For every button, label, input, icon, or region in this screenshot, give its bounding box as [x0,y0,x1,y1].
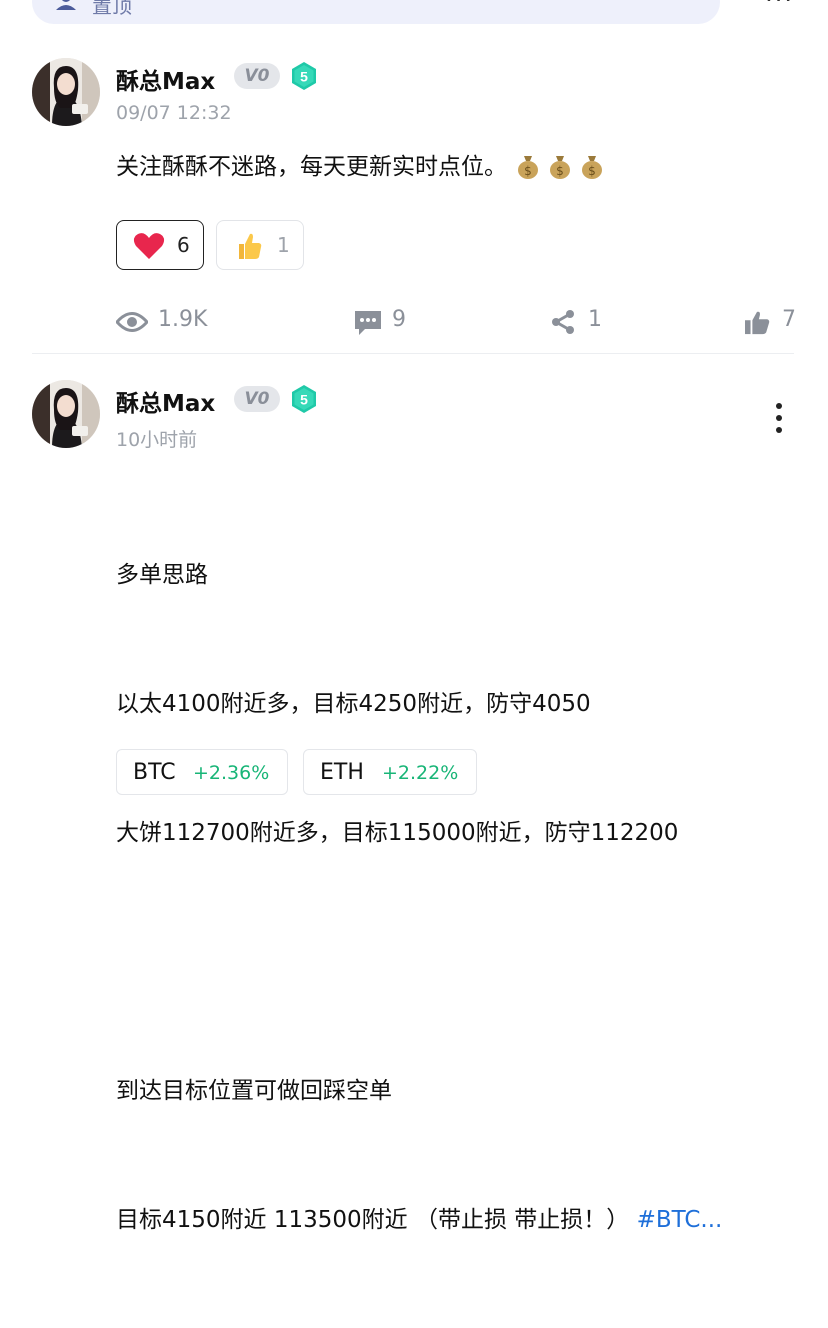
shares-stat[interactable]: 1 [550,307,620,337]
ticker-chip-btc[interactable]: BTC +2.36% [116,749,288,795]
likes-stat[interactable]: 7 [744,307,804,337]
pinned-label: 置顶 [92,0,132,18]
level-value: 5 [300,69,308,85]
more-dot [776,415,782,421]
top-more-button[interactable]: ··· [765,0,794,14]
user-pin-icon [56,0,76,10]
author-name[interactable]: 酥总Max [116,62,215,96]
post-time: 10小时前 [116,429,198,451]
svg-text:$: $ [588,164,596,178]
reaction-count: 6 [177,233,190,257]
heart-icon [133,233,165,259]
content-line-with-tag: 目标4150附近 113500附近 （带止损 带止损！） #BTC... [116,1199,722,1242]
reaction-heart-button[interactable]: 6 [116,220,204,270]
post-content: 关注酥酥不迷路，每天更新实时点位。 $ $ $ [116,146,603,189]
content-line [116,941,722,984]
money-bag-icon: $ [550,156,570,179]
ticker-change: +2.36% [193,762,270,784]
post-more-button[interactable] [773,403,785,439]
post-content: 多单思路 以太4100附近多，目标4250附近，防守4050 大饼112700附… [116,468,722,1328]
comments-count: 9 [392,307,406,332]
post-divider [32,353,794,354]
svg-text:$: $ [556,164,564,178]
more-dot [776,403,782,409]
views-stat[interactable]: 1.9K [116,307,226,337]
vip-badge: V0 [234,386,280,412]
eye-icon [116,312,148,332]
vip-badge: V0 [234,63,280,89]
content-line: 多单思路 [116,562,208,588]
ticker-symbol: ETH [320,760,364,785]
hashtag-link[interactable]: #BTC... [637,1207,723,1233]
content-line: 大饼112700附近多，目标115000附近，防守112200 [116,820,679,846]
svg-text:$: $ [524,164,532,178]
views-count: 1.9K [158,307,208,332]
money-bag-icon: $ [518,156,538,179]
content-line: 到达目标位置可做回踩空单 [116,1078,392,1104]
shares-count: 1 [588,307,602,332]
comments-stat[interactable]: 9 [354,307,424,337]
reaction-thumbs-up-button[interactable]: 1 [216,220,304,270]
ticker-change: +2.22% [382,762,459,784]
more-dot [776,427,782,433]
avatar[interactable] [32,58,100,126]
thumbs-up-icon [745,311,770,335]
likes-count: 7 [782,307,796,332]
post-time: 09/07 12:32 [116,102,232,124]
comment-icon [355,311,381,335]
post-text: 关注酥酥不迷路，每天更新实时点位。 [116,154,507,180]
level-badge-icon: 5 [292,62,316,90]
content-line: 目标4150附近 113500附近 （带止损 带止损！） [116,1207,630,1233]
thumbs-up-emoji-icon [239,233,262,259]
avatar[interactable] [32,380,100,448]
ticker-symbol: BTC [133,760,176,785]
ticker-chip-eth[interactable]: ETH +2.22% [303,749,477,795]
share-icon [552,310,574,334]
pinned-filter-pill[interactable]: 置顶 [32,0,720,24]
content-line: 以太4100附近多，目标4250附近，防守4050 [116,691,591,717]
author-name[interactable]: 酥总Max [116,384,215,418]
money-bag-icon: $ [582,156,602,179]
reaction-count: 1 [277,233,290,257]
level-value: 5 [300,392,308,408]
level-badge-icon: 5 [292,385,316,413]
